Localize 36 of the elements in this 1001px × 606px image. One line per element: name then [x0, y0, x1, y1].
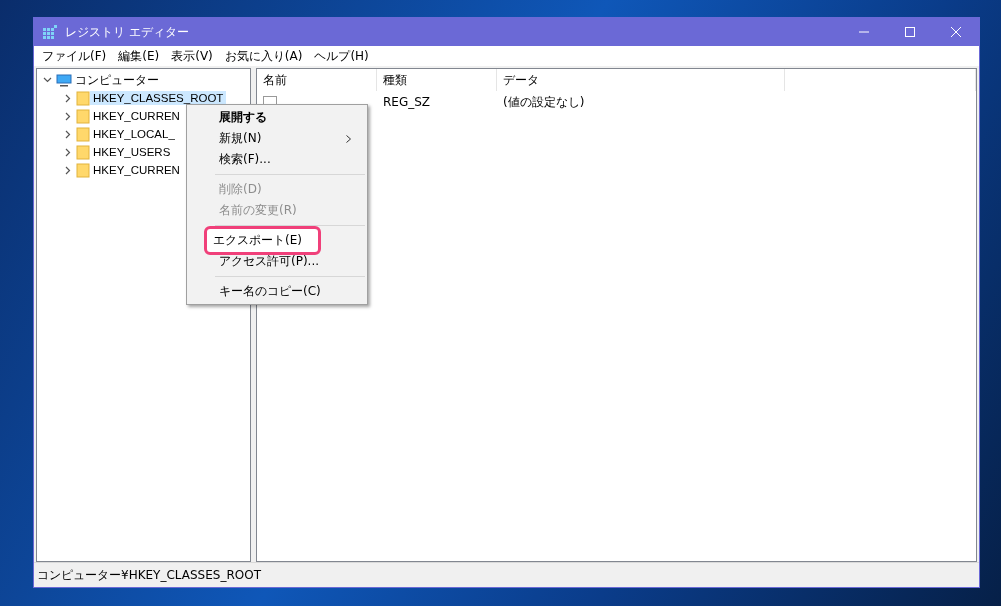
folder-icon — [76, 144, 90, 160]
tree-item[interactable]: HKEY_CURREN — [90, 163, 183, 177]
context-menu-item[interactable]: 検索(F)... — [189, 149, 365, 170]
column-header[interactable]: 名前 — [257, 69, 377, 91]
menu-item[interactable]: お気に入り(A) — [218, 47, 309, 65]
folder-icon — [76, 162, 90, 178]
menu-item[interactable]: 表示(V) — [165, 47, 219, 65]
maximize-icon — [905, 27, 915, 37]
menu-item[interactable]: ヘルプ(H) — [308, 47, 375, 65]
close-icon — [951, 27, 961, 37]
folder-icon — [76, 90, 90, 106]
context-menu-item[interactable]: 新規(N) — [189, 128, 365, 149]
context-menu-item[interactable]: エクスポート(E) — [189, 230, 365, 251]
tree-item[interactable]: コンピューター — [72, 71, 162, 89]
folder-icon — [76, 108, 90, 124]
context-menu-item[interactable]: 展開する — [189, 107, 365, 128]
status-bar: コンピューター¥HKEY_CLASSES_ROOT — [34, 562, 979, 587]
menu-item[interactable]: ファイル(F) — [36, 47, 113, 65]
window-title: レジストリ エディター — [65, 23, 190, 41]
table-cell-text: (値の設定なし) — [502, 93, 586, 111]
tree-item[interactable]: HKEY_CLASSES_ROOT — [90, 91, 227, 105]
context-menu-item[interactable]: キー名のコピー(C) — [189, 281, 365, 302]
column-header[interactable]: 種類 — [377, 69, 497, 91]
chevron-down-icon[interactable] — [43, 75, 52, 84]
folder-icon — [76, 126, 90, 142]
column-header[interactable]: データ — [497, 69, 785, 91]
context-menu-item[interactable]: アクセス許可(P)... — [189, 251, 365, 272]
tree-item[interactable]: HKEY_CURREN — [90, 109, 183, 123]
highlight-frame: エクスポート(E) — [207, 229, 318, 252]
computer-icon — [56, 73, 72, 87]
chevron-right-icon — [346, 134, 351, 143]
tree-item[interactable]: HKEY_LOCAL_ — [90, 127, 178, 141]
table-cell-text: REG_SZ — [382, 94, 432, 111]
registry-icon — [43, 25, 57, 39]
menu-item[interactable]: 編集(E) — [112, 47, 166, 65]
tree-item[interactable]: HKEY_USERS — [90, 145, 174, 159]
